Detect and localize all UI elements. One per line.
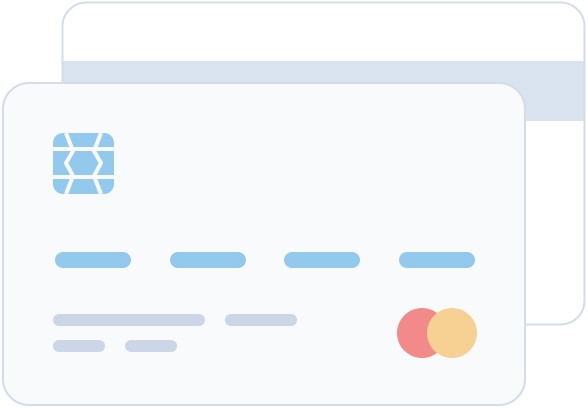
- credit-card-illustration: [2, 1, 586, 406]
- card-number-group: [284, 252, 360, 268]
- text-placeholder-bar: [225, 314, 297, 326]
- front-card: [2, 82, 526, 406]
- card-brand-logo-icon: [397, 308, 477, 358]
- chip-icon: [53, 132, 114, 195]
- text-placeholder-bar: [125, 340, 177, 352]
- card-number-group: [170, 252, 246, 268]
- text-placeholder-bar: [53, 314, 205, 326]
- card-number-group: [55, 252, 131, 268]
- card-number-group: [399, 252, 475, 268]
- text-placeholder-bar: [53, 340, 105, 352]
